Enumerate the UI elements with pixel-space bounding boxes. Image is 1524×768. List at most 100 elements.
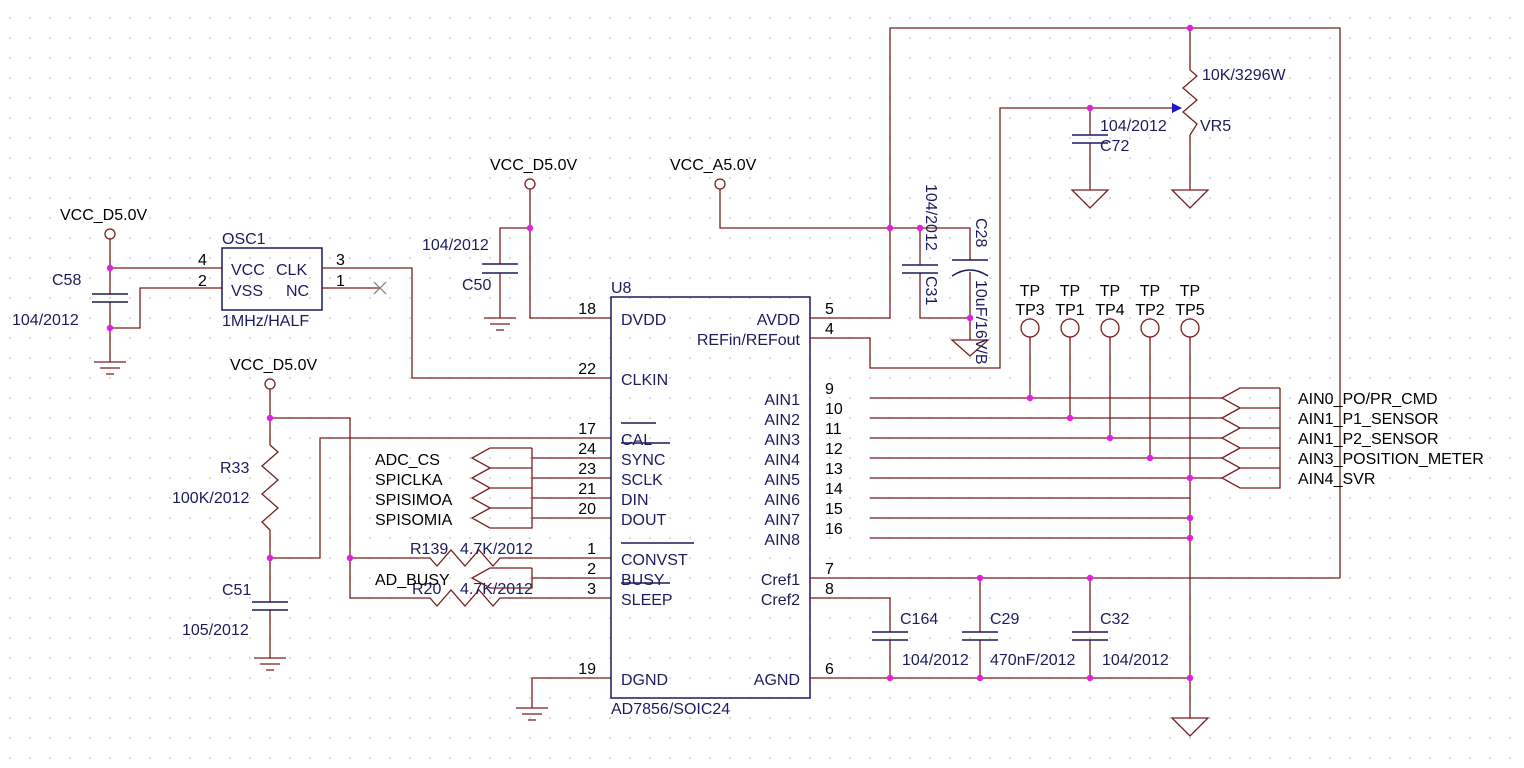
u8-pin-number: 15 xyxy=(825,501,843,518)
u8-pin-name: AIN6 xyxy=(764,492,800,509)
junction-dot xyxy=(1186,534,1194,542)
u8-pin-name: AGND xyxy=(754,672,800,689)
test-point-ref: TP2 xyxy=(1135,302,1164,319)
vcc-port-icon xyxy=(714,178,726,190)
u8-pin-name: CAL xyxy=(621,432,652,449)
port-ain3[interactable]: AIN3_POSITION_METER xyxy=(1298,451,1484,468)
u8-pin-number: 17 xyxy=(578,421,596,438)
test-point-ref: TP3 xyxy=(1015,302,1044,319)
u8-ref: U8 xyxy=(611,280,632,297)
u8-pin-name: AIN2 xyxy=(764,412,800,429)
junction-dot xyxy=(106,264,114,272)
u8-pin-name: AIN7 xyxy=(764,512,800,529)
u8-part: AD7856/SOIC24 xyxy=(611,701,730,718)
u8-pin-number: 23 xyxy=(578,461,596,478)
u8-pin-number: 13 xyxy=(825,461,843,478)
u8-pin-number: 16 xyxy=(825,521,843,538)
vcc-label: VCC_D5.0V xyxy=(60,207,147,224)
junction-dot xyxy=(266,414,274,422)
schematic-sheet: VCC_D5.0V C58 104/2012 OSC1 1MHz/HALF VC… xyxy=(0,0,1524,768)
osc1-pin-clk: CLK xyxy=(276,262,307,279)
junction-dot xyxy=(916,224,924,232)
port-ain1-p1[interactable]: AIN1_P1_SENSOR xyxy=(1298,411,1439,428)
test-point-ref: TP5 xyxy=(1175,302,1204,319)
port-spisimoa[interactable]: SPISIMOA xyxy=(375,492,453,509)
schematic-canvas: VCC_D5.0V C58 104/2012 OSC1 1MHz/HALF VC… xyxy=(12,24,1484,737)
u8-pin-number: 24 xyxy=(578,441,596,458)
port-spiclka[interactable]: SPICLKA xyxy=(375,472,443,489)
u8-pin-name: SLEEP xyxy=(621,592,673,609)
junction-dot xyxy=(976,674,984,682)
test-point-icon[interactable] xyxy=(1100,318,1120,338)
ground-icon xyxy=(94,361,126,375)
osc1-pin-nc: NC xyxy=(286,283,309,300)
ground-icon xyxy=(484,317,516,331)
ground-icon xyxy=(1070,189,1210,209)
c58-ref: C58 xyxy=(52,272,81,289)
ground-icon xyxy=(516,677,611,721)
r33-value: 100K/2012 xyxy=(172,490,250,507)
test-point-type: TP xyxy=(1100,283,1120,300)
junction-dot xyxy=(1026,394,1034,402)
port-ain0[interactable]: AIN0_PO/PR_CMD xyxy=(1298,391,1438,408)
u8-pin-name: DIN xyxy=(621,492,649,509)
u8-pin-number: 6 xyxy=(825,661,834,678)
junction-dot xyxy=(1066,414,1074,422)
u8-pin-name: AIN8 xyxy=(764,532,800,549)
ground-icon xyxy=(1170,717,1210,737)
c28-value: 10uF/16V/B xyxy=(972,280,989,365)
r33-ref: R33 xyxy=(220,460,249,477)
test-point-icon[interactable] xyxy=(1020,318,1040,338)
junction-dot xyxy=(1186,514,1194,522)
osc1-ref: OSC1 xyxy=(222,231,266,248)
vcc-label: VCC_D5.0V xyxy=(230,357,317,374)
port-spisomia[interactable]: SPISOMIA xyxy=(375,512,453,529)
r139-ref: R139 xyxy=(410,541,448,558)
port-ad-busy[interactable]: AD_BUSY xyxy=(375,572,450,589)
u8-pin-name: Cref1 xyxy=(761,572,800,589)
test-point-icon[interactable] xyxy=(1180,318,1200,338)
u8-pin-name: AIN1 xyxy=(764,392,800,409)
c31-value: 104/2012 xyxy=(922,184,939,251)
junction-dot xyxy=(886,674,894,682)
u8-pin-name: SCLK xyxy=(621,472,663,489)
pin-number: 4 xyxy=(198,252,207,269)
u8-pin-name: AIN5 xyxy=(764,472,800,489)
u8-pin-number: 9 xyxy=(825,381,834,398)
u8-pin-name: AIN4 xyxy=(764,452,800,469)
r20-value: 4.7K/2012 xyxy=(460,581,533,598)
vcc-port-icon xyxy=(524,178,536,190)
junction-dot xyxy=(1186,674,1194,682)
c58-decoupling: VCC_D5.0V C58 104/2012 xyxy=(12,207,222,375)
vr5-value: 10K/3296W xyxy=(1202,67,1287,84)
u8-pin-number: 2 xyxy=(587,561,596,578)
port-ain1-p2[interactable]: AIN1_P2_SENSOR xyxy=(1298,431,1439,448)
u8-pin-name: DGND xyxy=(621,672,668,689)
vr5-ref: VR5 xyxy=(1200,118,1231,135)
port-adc-cs[interactable]: ADC_CS xyxy=(375,452,440,469)
u8-pin-number: 5 xyxy=(825,301,834,318)
test-point-icon[interactable] xyxy=(1140,318,1160,338)
port-ain4[interactable]: AIN4_SVR xyxy=(1298,471,1375,488)
test-point-ref: TP1 xyxy=(1055,302,1084,319)
u8-pin-number: 18 xyxy=(578,301,596,318)
junction-dot xyxy=(1106,434,1114,442)
u8-pin-number: 14 xyxy=(825,481,843,498)
test-point-type: TP xyxy=(1180,283,1200,300)
u8-pin-name: Cref2 xyxy=(761,592,800,609)
vcc-port-icon xyxy=(104,228,116,240)
junction-dot xyxy=(1186,474,1194,482)
test-point-type: TP xyxy=(1020,283,1040,300)
u8-pin-name: BUSY xyxy=(621,572,665,589)
c29-ref: C29 xyxy=(990,611,1019,628)
wiper-arrow-icon xyxy=(1172,103,1182,113)
vcc-label: VCC_D5.0V xyxy=(490,157,577,174)
c51-ref: C51 xyxy=(222,582,251,599)
junction-dot xyxy=(966,314,974,322)
vcc-a-label: VCC_A5.0V xyxy=(670,157,757,174)
test-point-icon[interactable] xyxy=(1060,318,1080,338)
junction-dot xyxy=(266,554,274,562)
c31-ref: C31 xyxy=(922,276,939,305)
u8-pin-number: 10 xyxy=(825,401,843,418)
r139-value: 4.7K/2012 xyxy=(460,541,533,558)
